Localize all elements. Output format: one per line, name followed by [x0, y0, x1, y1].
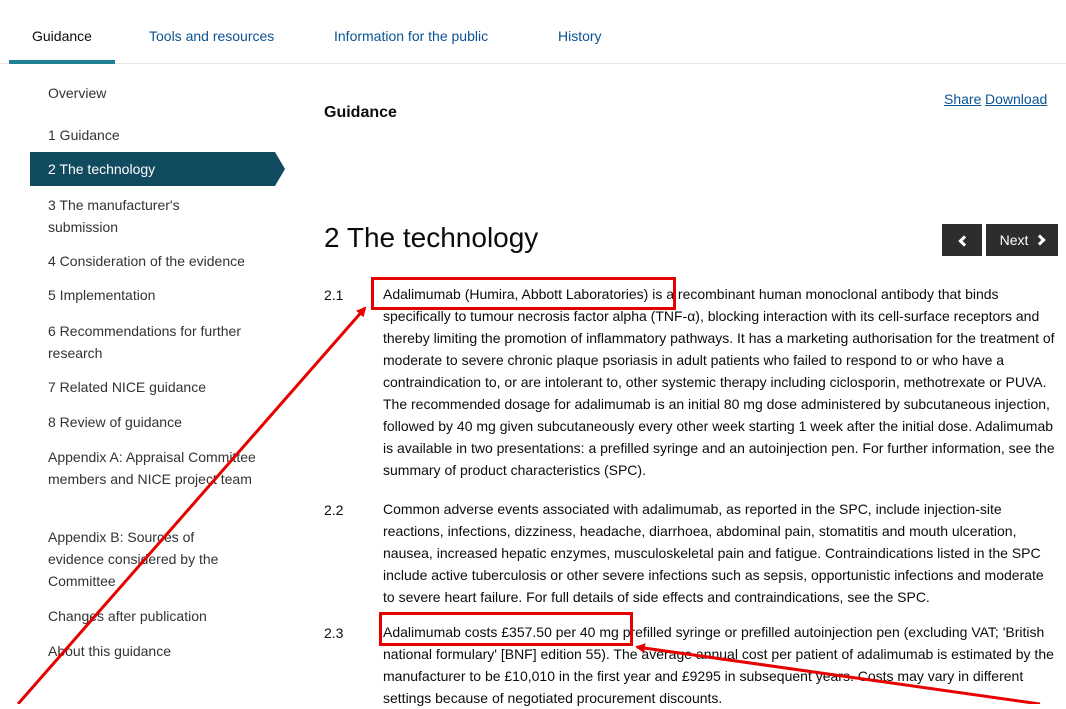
tab-tools-and-resources[interactable]: Tools and resources: [149, 28, 274, 44]
sidebar-item-related-guidance[interactable]: 7 Related NICE guidance: [30, 376, 275, 398]
active-tab-indicator: [9, 60, 115, 64]
active-arrow-icon: [275, 152, 285, 186]
paragraph-number: 2.1: [324, 287, 344, 303]
sidebar-item-changes[interactable]: Changes after publication: [30, 605, 275, 627]
sidebar-item-manufacturers-submission[interactable]: 3 The manufacturer's submission: [30, 194, 250, 238]
next-button[interactable]: Next: [986, 224, 1058, 256]
sidebar-item-guidance[interactable]: 1 Guidance: [30, 124, 275, 146]
sidebar-item-about[interactable]: About this guidance: [30, 640, 275, 662]
tab-history[interactable]: History: [558, 28, 602, 44]
sidebar-item-technology[interactable]: 2 The technology: [30, 152, 285, 186]
section-label: Guidance: [324, 104, 397, 121]
sidebar-item-review[interactable]: 8 Review of guidance: [30, 411, 275, 433]
tab-bar: Guidance Tools and resources Information…: [0, 0, 1066, 64]
sidebar-item-recommendations[interactable]: 6 Recommendations for further research: [30, 320, 270, 364]
tab-guidance[interactable]: Guidance: [32, 28, 92, 44]
tab-information-for-the-public[interactable]: Information for the public: [334, 28, 488, 44]
paragraph-number: 2.3: [324, 625, 344, 641]
sidebar-item-overview[interactable]: Overview: [30, 82, 275, 104]
paragraph-number: 2.2: [324, 502, 344, 518]
paragraph-text: Adalimumab (Humira, Abbott Laboratories)…: [383, 286, 1055, 478]
paragraph-text: Common adverse events associated with ad…: [383, 501, 1044, 605]
sidebar-item-appendix-b[interactable]: Appendix B: Sources of evidence consider…: [30, 526, 230, 592]
previous-button[interactable]: [942, 224, 982, 256]
next-label: Next: [999, 232, 1029, 248]
chevron-left-icon: [958, 234, 970, 247]
sidebar-item-label: 2 The technology: [48, 161, 156, 177]
annotation-highlight-box: [371, 277, 676, 310]
sidebar-item-consideration[interactable]: 4 Consideration of the evidence: [30, 250, 275, 272]
share-link[interactable]: Share: [944, 91, 981, 107]
sidebar-item-implementation[interactable]: 5 Implementation: [30, 284, 275, 306]
page-title: 2 The technology: [324, 222, 539, 253]
sidebar-item-appendix-a[interactable]: Appendix A: Appraisal Committee members …: [30, 446, 262, 490]
download-link[interactable]: Download: [985, 91, 1047, 107]
chevron-right-icon: [1034, 234, 1047, 246]
annotation-highlight-box: [379, 612, 633, 646]
